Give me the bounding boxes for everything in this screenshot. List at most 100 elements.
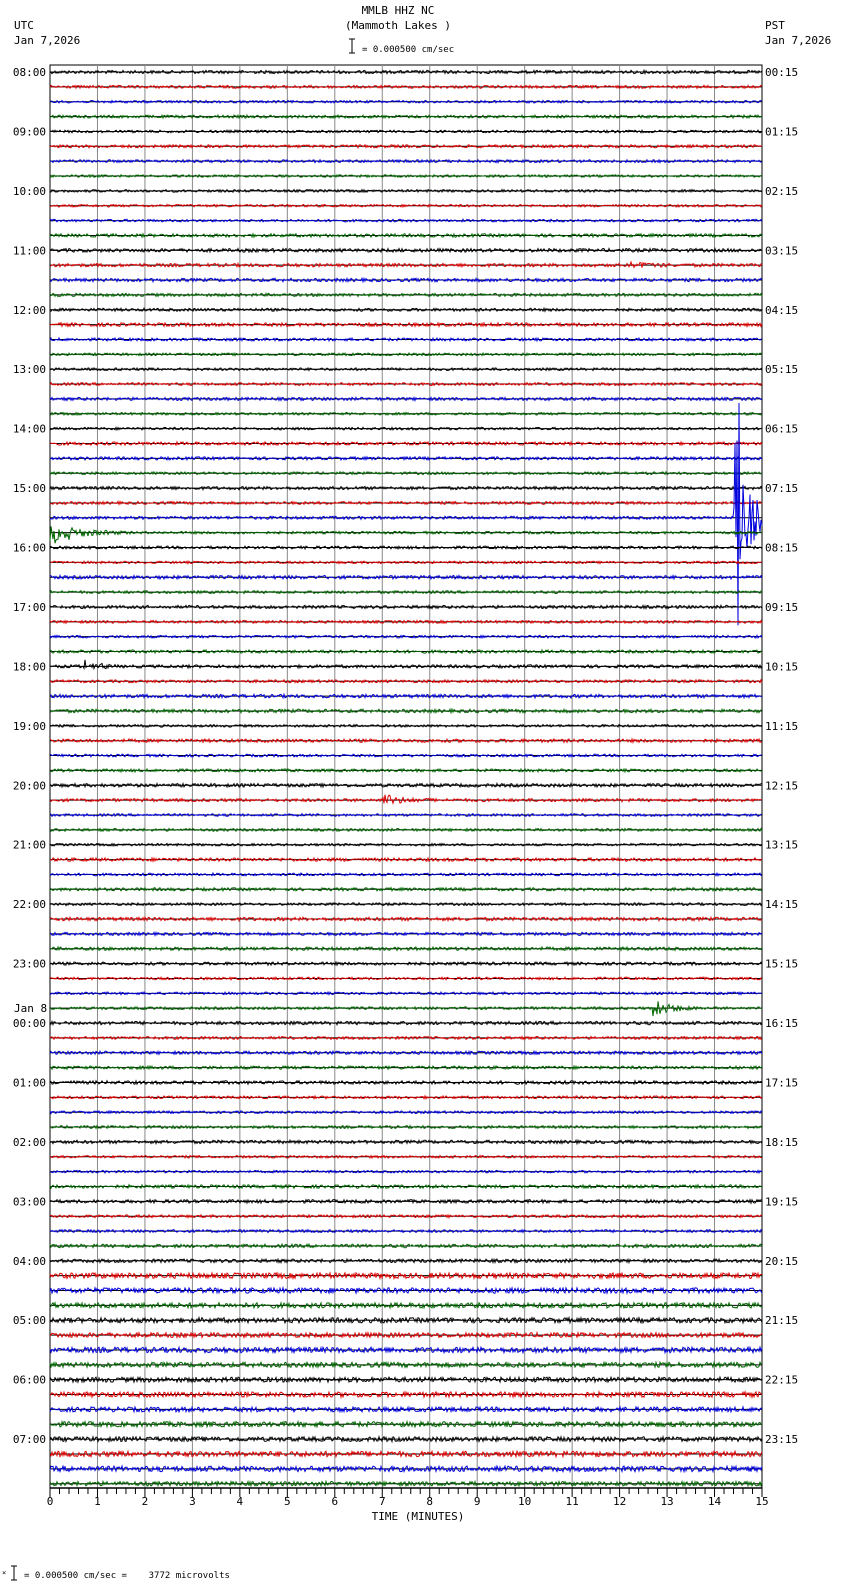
left-hour-label: 22:00	[13, 898, 46, 911]
trace-32	[49, 544, 763, 551]
trace-72	[49, 1138, 763, 1146]
trace-38	[49, 634, 763, 640]
trace-49	[49, 794, 763, 805]
left-hour-label: 16:00	[13, 542, 46, 555]
chart-subtitle: (Mammoth Lakes )	[345, 19, 451, 32]
left-hour-label: 05:00	[13, 1314, 46, 1327]
trace-74	[49, 1169, 763, 1175]
x-tick-label: 13	[660, 1495, 673, 1508]
right-hour-label: 10:15	[765, 660, 798, 673]
trace-36	[49, 604, 763, 610]
trace-87	[49, 1360, 763, 1370]
right-hour-label: 14:15	[765, 898, 798, 911]
x-tick-label: 11	[566, 1495, 579, 1508]
footer-scale-label: = 0.000500 cm/sec = 3772 microvolts	[24, 1571, 230, 1581]
left-hour-label: 14:00	[13, 423, 46, 436]
left-hour-label: 19:00	[13, 720, 46, 733]
trace-10	[49, 218, 763, 223]
trace-20	[49, 366, 763, 372]
right-hour-label: 18:15	[765, 1136, 798, 1149]
trace-41	[49, 678, 763, 684]
footer-scale-bar-icon	[11, 1565, 17, 1581]
right-hour-label: 23:15	[765, 1433, 798, 1446]
left-timezone: UTC	[14, 19, 34, 32]
trace-18	[49, 336, 763, 343]
helicorder-chart: MMLB HHZ NC (Mammoth Lakes ) UTC Jan 7,2…	[2, 4, 831, 1581]
trace-27	[49, 470, 763, 476]
left-hour-label: 06:00	[13, 1374, 46, 1387]
right-timezone: PST	[765, 19, 785, 32]
x-tick-label: 5	[284, 1495, 291, 1508]
chart-title: MMLB HHZ NC	[362, 4, 435, 17]
left-hour-label: 02:00	[13, 1136, 46, 1149]
footer-mark: ×	[2, 1569, 6, 1577]
left-hour-label: 20:00	[13, 779, 46, 792]
trace-4	[49, 128, 763, 134]
left-hour-label: 04:00	[13, 1255, 46, 1268]
left-hour-label: 12:00	[13, 304, 46, 317]
x-tick-label: 6	[331, 1495, 338, 1508]
scale-label: = 0.000500 cm/sec	[362, 45, 454, 55]
left-hour-label: 21:00	[13, 839, 46, 852]
right-hour-label: 11:15	[765, 720, 798, 733]
right-hour-label: 00:15	[765, 66, 798, 79]
left-hour-label: 15:00	[13, 482, 46, 495]
right-hour-label: 13:15	[765, 839, 798, 852]
date-change-label: Jan 8	[14, 1002, 47, 1015]
trace-50	[49, 812, 763, 818]
right-hour-label: 20:15	[765, 1255, 798, 1268]
trace-73	[49, 1154, 762, 1160]
x-tick-label: 15	[755, 1495, 768, 1508]
x-tick-label: 0	[47, 1495, 54, 1508]
x-tick-label: 14	[708, 1495, 722, 1508]
x-tick-label: 9	[474, 1495, 481, 1508]
left-date: Jan 7,2026	[14, 34, 80, 47]
left-hour-label: 08:00	[13, 66, 46, 79]
right-hour-label: 16:15	[765, 1017, 798, 1030]
x-tick-label: 12	[613, 1495, 626, 1508]
right-hour-label: 17:15	[765, 1076, 798, 1089]
trace-60	[49, 960, 763, 967]
right-hour-label: 07:15	[765, 482, 798, 495]
x-axis-label: TIME (MINUTES)	[372, 1510, 465, 1523]
x-tick-label: 3	[189, 1495, 196, 1508]
trace-9	[49, 203, 763, 209]
right-hour-label: 09:15	[765, 601, 798, 614]
trace-59	[49, 945, 763, 952]
left-hour-label: 18:00	[13, 660, 46, 673]
left-hour-label: 13:00	[13, 363, 46, 376]
x-tick-label: 2	[142, 1495, 149, 1508]
trace-67	[49, 1064, 763, 1071]
right-hour-label: 05:15	[765, 363, 798, 376]
left-hour-label: 09:00	[13, 125, 46, 138]
scale-bar-icon	[349, 38, 355, 54]
left-hour-label: 01:00	[13, 1076, 46, 1089]
right-hour-label: 03:15	[765, 244, 798, 257]
x-tick-label: 7	[379, 1495, 386, 1508]
left-hour-label: 03:00	[13, 1195, 46, 1208]
x-tick-label: 4	[237, 1495, 244, 1508]
right-hour-label: 19:15	[765, 1195, 798, 1208]
traces	[49, 68, 763, 1488]
right-hour-label: 02:15	[765, 185, 798, 198]
trace-64	[49, 1019, 763, 1027]
trace-63	[49, 1001, 763, 1017]
trace-76	[49, 1198, 763, 1205]
right-hour-label: 08:15	[765, 542, 798, 555]
trace-77	[49, 1213, 763, 1219]
left-hour-label: 10:00	[13, 185, 46, 198]
left-hour-label: 00:00	[13, 1017, 46, 1030]
right-date: Jan 7,2026	[765, 34, 831, 47]
left-hour-label: 11:00	[13, 244, 46, 257]
right-hour-label: 21:15	[765, 1314, 798, 1327]
x-axis: 0 1 2 3 4 5 6 7 8 9 10 11 12 13 14 15	[47, 1487, 769, 1508]
x-tick-label: 8	[426, 1495, 433, 1508]
trace-33	[49, 559, 763, 565]
left-hour-label: 07:00	[13, 1433, 46, 1446]
trace-68	[49, 1079, 763, 1086]
x-tick-label: 1	[94, 1495, 101, 1508]
trace-25	[49, 440, 763, 447]
trace-2	[49, 99, 763, 104]
trace-91	[49, 1419, 763, 1429]
right-hour-label: 01:15	[765, 125, 798, 138]
